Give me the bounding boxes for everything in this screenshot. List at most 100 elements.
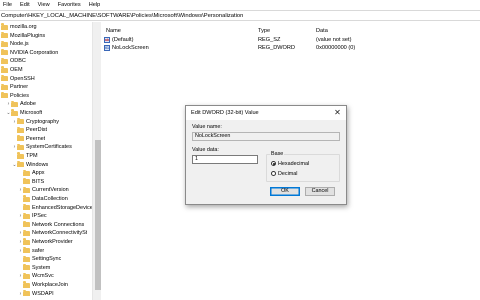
tree-item-label: ODBC [10, 58, 26, 65]
tree-item-label: Microsoft [20, 110, 43, 116]
tree-item[interactable]: mozilla.org [1, 23, 37, 31]
tree-item[interactable]: › NetworkProvider [18, 238, 73, 246]
value-row[interactable]: 01 NoLockScreen REG_DWORD 0x00000000 (0) [102, 44, 480, 52]
tree-item[interactable]: Policies [1, 92, 29, 100]
tree-item-label: PeerDist [26, 127, 48, 134]
tree-item[interactable]: TPM [12, 152, 38, 160]
value-name-field: NoLockScreen [192, 132, 340, 141]
value-data: 0x00000000 (0) [316, 45, 356, 51]
ok-button[interactable]: OK [270, 187, 300, 196]
column-header-name[interactable]: Name [106, 27, 121, 35]
column-header-type[interactable]: Type [258, 27, 270, 35]
tree-item[interactable]: MozillaPlugins [1, 31, 45, 40]
folder-icon [11, 109, 18, 116]
address-bar[interactable]: Computer\HKEY_LOCAL_MACHINE\SOFTWARE\Pol… [0, 10, 480, 21]
tree-item[interactable]: › CurrentVersion [18, 186, 69, 194]
tree-item[interactable]: BITS [18, 178, 44, 186]
folder-icon [1, 92, 8, 99]
tree-item[interactable]: EnhancedStorageDevice [18, 203, 93, 212]
tree-item-label: WcmSvc [32, 273, 54, 280]
radio-hexadecimal[interactable]: Hexadecimal [271, 160, 309, 167]
tree-item[interactable]: ⌄ Windows [12, 160, 49, 169]
tree-item[interactable]: › WcmSvc [18, 272, 54, 280]
tree-item-label: IPSec [32, 213, 47, 220]
folder-icon [1, 74, 8, 82]
tree-item-label: SettingSync [32, 256, 62, 263]
tree-item-label: Windows [26, 161, 49, 168]
folder-icon [1, 49, 8, 56]
tree-item[interactable]: › WSDAPI [18, 289, 54, 298]
value-type: REG_DWORD [258, 45, 295, 51]
tree-item[interactable]: Partner [1, 83, 28, 91]
folder-icon [1, 83, 8, 90]
tree-item-label: NetworkConnectivitySt [32, 230, 88, 237]
folder-icon [23, 221, 30, 228]
menu-view[interactable]: View [38, 0, 50, 10]
tree-item[interactable]: Peernet [12, 135, 45, 143]
tree-item-label: TPM [26, 153, 38, 159]
tree-item[interactable]: › Adobe [6, 100, 36, 108]
tree-item-label: mozilla.org [10, 24, 37, 30]
tree-item[interactable]: › safer [18, 246, 45, 255]
tree-item-label: SystemCertificates [26, 144, 72, 151]
edit-dword-dialog: Edit DWORD (32-bit) Value ✕ Value name: … [185, 105, 347, 205]
value-name: (Default) [112, 37, 134, 43]
tree-scrollbar[interactable] [92, 22, 101, 300]
folder-icon [11, 100, 18, 107]
column-header-data[interactable]: Data [316, 27, 328, 35]
value-data-input[interactable]: 1 [192, 155, 258, 164]
tree-item[interactable]: Node.js [1, 40, 29, 48]
tree-item[interactable]: OpenSSH [1, 74, 35, 83]
menu-edit[interactable]: Edit [20, 0, 30, 10]
radio-unselected-icon [271, 171, 276, 176]
binary-value-icon: 01 [104, 45, 110, 51]
radio-decimal[interactable]: Decimal [271, 170, 297, 177]
tree-item[interactable]: WorkplaceJoin [18, 281, 68, 289]
tree-item[interactable]: PeerDist [12, 126, 47, 134]
tree-item[interactable]: NVIDIA Corporation [1, 49, 58, 57]
tree-item-label: NetworkProvider [32, 239, 73, 245]
tree-item[interactable]: › SystemCertificates [12, 143, 72, 151]
tree-item[interactable]: › Cryptography [12, 117, 59, 126]
dialog-title: Edit DWORD (32-bit) Value [186, 106, 346, 120]
tree-item[interactable]: SettingSync [18, 255, 61, 263]
dialog-body: Value name: NoLockScreen Value data: 1 B… [186, 120, 346, 204]
folder-icon [23, 272, 30, 279]
tree-item[interactable]: Appx [18, 169, 45, 177]
tree-item[interactable]: System [18, 264, 50, 272]
folder-icon [1, 23, 8, 30]
cancel-button[interactable]: Cancel [305, 187, 335, 196]
folder-icon [23, 255, 30, 262]
folder-icon [23, 178, 30, 185]
tree-item-label: Peernet [26, 135, 46, 142]
tree-scrollbar-thumb[interactable] [94, 140, 101, 290]
tree-item-label: Network Connections [32, 221, 85, 228]
folder-icon [23, 264, 30, 271]
folder-icon [23, 195, 30, 202]
tree-item-label: WorkplaceJoin [32, 282, 68, 288]
registry-tree: mozilla.org MozillaPlugins Node.js NVIDIA C… [0, 22, 101, 300]
value-name: NoLockScreen [112, 45, 149, 51]
folder-icon [17, 117, 24, 125]
tree-item-label: EnhancedStorageDevice [32, 204, 93, 211]
folder-icon [23, 281, 30, 288]
folder-icon [17, 160, 24, 168]
tree-item[interactable]: › IPSec [18, 212, 47, 220]
menu-favorites[interactable]: Favorites [58, 0, 81, 10]
base-label: Base [270, 151, 285, 158]
menu-file[interactable]: File [3, 0, 12, 10]
base-groupbox: Base Hexadecimal Decimal [266, 151, 340, 182]
tree-item[interactable]: Network Connections [18, 221, 84, 229]
tree-item[interactable]: DataCollection [18, 195, 68, 203]
tree-item[interactable]: ODBC [1, 57, 26, 65]
folder-icon [17, 135, 24, 142]
folder-icon [23, 289, 30, 297]
tree-item-label: Policies [10, 92, 29, 99]
value-row[interactable]: ab (Default) REG_SZ (value not set) [102, 36, 480, 44]
tree-item[interactable]: ⌄ Microsoft [6, 109, 42, 117]
tree-item[interactable]: › NetworkConnectivitySt [18, 229, 87, 237]
menu-help[interactable]: Help [89, 0, 101, 10]
tree-item-label: safer [32, 247, 45, 254]
close-icon[interactable]: ✕ [333, 108, 342, 117]
tree-item[interactable]: OEM [1, 66, 23, 74]
